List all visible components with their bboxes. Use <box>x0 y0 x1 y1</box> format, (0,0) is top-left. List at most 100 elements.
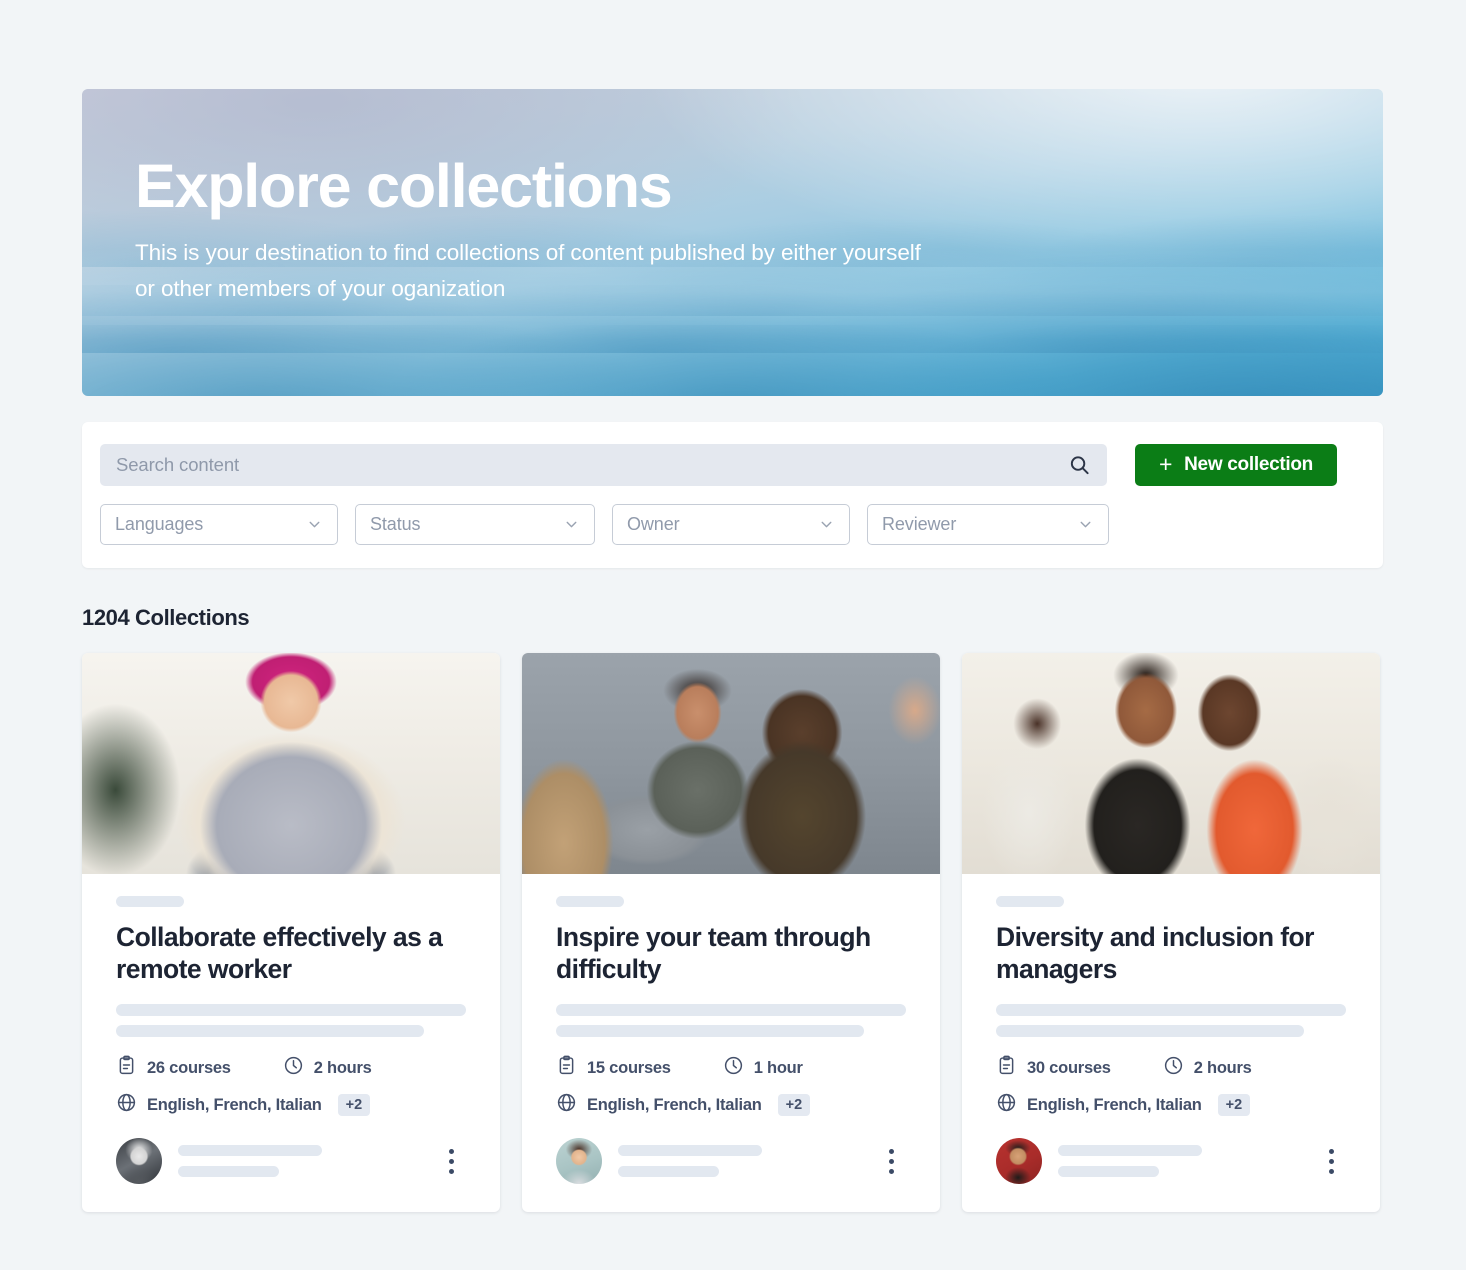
filter-status-label: Status <box>370 514 421 534</box>
hero-content: Explore collections This is your destina… <box>135 151 1343 307</box>
meta-row-languages: English, French, Italian +2 <box>556 1092 906 1118</box>
duration-meta: 2 hours <box>283 1055 372 1081</box>
languages-list: English, French, Italian <box>1027 1095 1202 1114</box>
filter-owner[interactable]: Owner <box>612 504 850 545</box>
card-body: Diversity and inclusion for managers 30 … <box>962 874 1380 1118</box>
chevron-down-icon <box>1077 516 1094 533</box>
clock-icon <box>1163 1055 1184 1081</box>
card-body: Inspire your team through difficulty 15 … <box>522 874 940 1118</box>
filter-reviewer-label: Reviewer <box>882 514 957 534</box>
skeleton-line <box>1058 1166 1159 1177</box>
skeleton-line <box>556 1025 864 1037</box>
search-input[interactable]: Search content <box>100 444 1107 486</box>
chevron-down-icon <box>563 516 580 533</box>
kebab-dot <box>1328 1158 1334 1164</box>
collection-meta: 26 courses 2 hours English, French, Ital… <box>116 1055 466 1118</box>
globe-icon <box>996 1092 1017 1118</box>
clock-icon <box>283 1055 304 1081</box>
clipboard-icon <box>996 1055 1017 1081</box>
search-icon[interactable] <box>1068 454 1091 477</box>
filter-owner-label: Owner <box>627 514 680 534</box>
kebab-dot <box>448 1158 454 1164</box>
kebab-menu-icon[interactable] <box>1316 1148 1346 1174</box>
languages-list: English, French, Italian <box>147 1095 322 1114</box>
languages-more-badge[interactable]: +2 <box>337 1094 371 1116</box>
skeleton-owner <box>1058 1145 1316 1177</box>
collection-thumbnail <box>962 653 1380 874</box>
collections-page: Explore collections This is your destina… <box>0 0 1466 1270</box>
skeleton-description <box>996 1004 1346 1037</box>
skeleton-line <box>178 1166 279 1177</box>
courses-meta: 26 courses <box>116 1055 231 1081</box>
languages-meta: English, French, Italian +2 <box>996 1092 1251 1118</box>
skeleton-line <box>618 1145 763 1156</box>
chevron-down-icon <box>818 516 835 533</box>
filter-languages-label: Languages <box>115 514 204 534</box>
card-footer <box>82 1138 500 1212</box>
filter-reviewer[interactable]: Reviewer <box>867 504 1109 545</box>
chevron-down-icon <box>306 516 323 533</box>
search-placeholder: Search content <box>116 454 240 475</box>
kebab-dot <box>888 1158 894 1164</box>
skeleton-line <box>556 1004 906 1016</box>
plus-icon: + <box>1159 450 1173 477</box>
collection-title: Collaborate effectively as a remote work… <box>116 922 443 984</box>
kebab-menu-icon[interactable] <box>876 1148 906 1174</box>
filter-languages[interactable]: Languages <box>100 504 338 545</box>
collection-card[interactable]: Inspire your team through difficulty 15 … <box>522 653 940 1212</box>
courses-count: 26 courses <box>147 1058 231 1077</box>
avatar <box>996 1138 1042 1184</box>
filter-row: Languages Status Owner Reviewer <box>100 504 1109 545</box>
kebab-dot <box>888 1148 894 1154</box>
courses-meta: 30 courses <box>996 1055 1111 1081</box>
collection-card[interactable]: Diversity and inclusion for managers 30 … <box>962 653 1380 1212</box>
duration-value: 2 hours <box>1193 1058 1252 1077</box>
search-row: Search content + New collection <box>100 444 1337 486</box>
hero-banner: Explore collections This is your destina… <box>82 89 1383 396</box>
clipboard-icon <box>556 1055 577 1081</box>
search-filter-panel: Search content + New collection Language… <box>82 422 1383 568</box>
languages-meta: English, French, Italian +2 <box>556 1092 811 1118</box>
collection-card[interactable]: Collaborate effectively as a remote work… <box>82 653 500 1212</box>
duration-meta: 2 hours <box>1163 1055 1252 1081</box>
languages-meta: English, French, Italian +2 <box>116 1092 371 1118</box>
meta-row-languages: English, French, Italian +2 <box>996 1092 1346 1118</box>
skeleton-description <box>116 1004 466 1037</box>
collection-thumbnail <box>522 653 940 874</box>
skeleton-line <box>996 1004 1346 1016</box>
languages-more-badge[interactable]: +2 <box>777 1094 811 1116</box>
skeleton-line <box>996 1025 1304 1037</box>
languages-more-badge[interactable]: +2 <box>1217 1094 1251 1116</box>
meta-row-counts: 15 courses 1 hour <box>556 1055 906 1081</box>
globe-icon <box>116 1092 137 1118</box>
clipboard-icon <box>116 1055 137 1081</box>
skeleton-tag <box>996 896 1064 907</box>
languages-list: English, French, Italian <box>587 1095 762 1114</box>
avatar <box>116 1138 162 1184</box>
duration-value: 2 hours <box>313 1058 372 1077</box>
skeleton-line <box>618 1166 719 1177</box>
meta-row-languages: English, French, Italian +2 <box>116 1092 466 1118</box>
kebab-dot <box>888 1168 894 1174</box>
globe-icon <box>556 1092 577 1118</box>
new-collection-button[interactable]: + New collection <box>1135 444 1337 486</box>
filter-status[interactable]: Status <box>355 504 595 545</box>
card-footer <box>962 1138 1380 1212</box>
skeleton-description <box>556 1004 906 1037</box>
collection-meta: 30 courses 2 hours English, French, Ital… <box>996 1055 1346 1118</box>
skeleton-owner <box>618 1145 876 1177</box>
meta-row-counts: 30 courses 2 hours <box>996 1055 1346 1081</box>
collection-thumbnail <box>82 653 500 874</box>
duration-value: 1 hour <box>753 1058 803 1077</box>
kebab-menu-icon[interactable] <box>436 1148 466 1174</box>
card-footer <box>522 1138 940 1212</box>
courses-meta: 15 courses <box>556 1055 671 1081</box>
kebab-dot <box>448 1148 454 1154</box>
meta-row-counts: 26 courses 2 hours <box>116 1055 466 1081</box>
results-count: 1204 Collections <box>82 605 250 630</box>
card-body: Collaborate effectively as a remote work… <box>82 874 500 1118</box>
avatar <box>556 1138 602 1184</box>
collections-grid: Collaborate effectively as a remote work… <box>82 653 1380 1212</box>
new-collection-label: New collection <box>1184 454 1313 475</box>
skeleton-line <box>116 1004 466 1016</box>
